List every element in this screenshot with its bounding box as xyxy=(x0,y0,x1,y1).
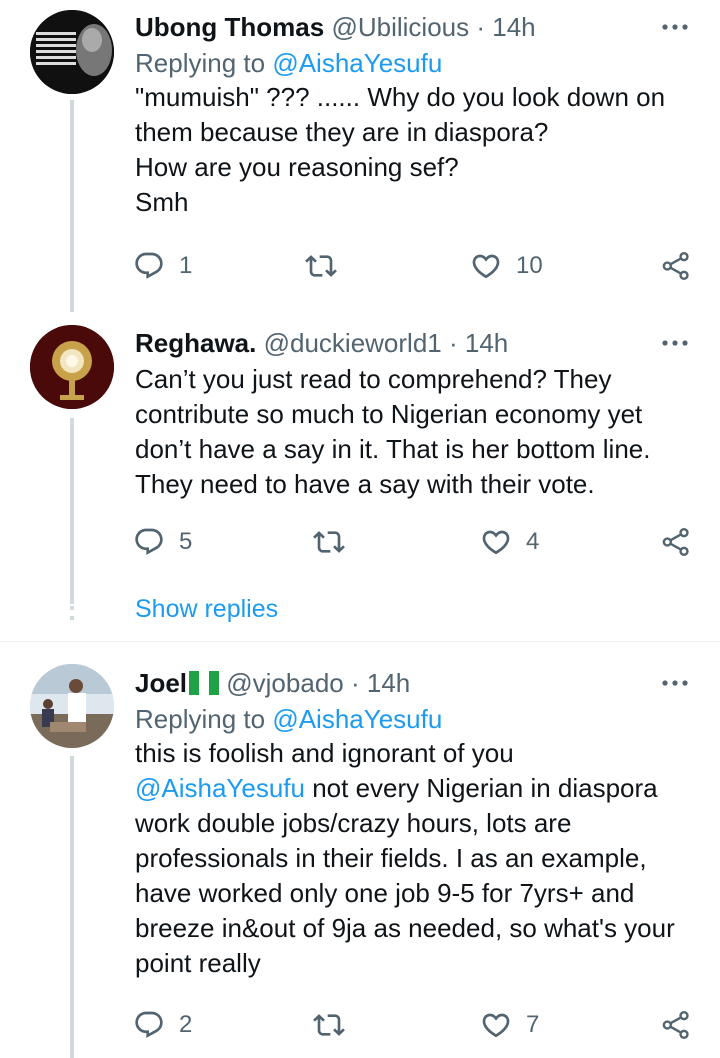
retweet-button[interactable] xyxy=(313,1007,345,1043)
tweet-line: @AishaYesufu not every Nigerian in diasp… xyxy=(135,771,700,806)
tweet-content: Joel @vjobado · 14h Replying to @AishaYe… xyxy=(135,666,700,981)
separator: · xyxy=(476,12,486,42)
share-button[interactable] xyxy=(660,524,692,560)
like-count: 10 xyxy=(516,252,543,279)
display-name[interactable]: Joel xyxy=(135,668,187,698)
timestamp[interactable]: 14h xyxy=(367,668,410,698)
retweet-icon xyxy=(313,526,345,558)
retweet-button[interactable] xyxy=(305,248,337,284)
tweet-line: contribute so much to Nigerian economy y… xyxy=(135,399,643,429)
user-handle[interactable]: @Ubilicious xyxy=(331,12,469,42)
tweet[interactable]: Joel @vjobado · 14h Replying to @AishaYe… xyxy=(0,662,720,1058)
like-icon xyxy=(480,1009,512,1041)
tweet-header: Ubong Thomas @Ubilicious · 14h xyxy=(135,10,700,44)
share-icon xyxy=(660,1009,692,1041)
tweet-line: don’t have a say in it. That is her bott… xyxy=(135,434,651,464)
retweet-button[interactable] xyxy=(313,524,345,560)
more-icon[interactable] xyxy=(660,338,690,348)
like-count: 4 xyxy=(526,528,540,555)
tweet-header: Reghawa. @duckieworld1 · 14h xyxy=(135,326,700,360)
replying-mention-link[interactable]: @AishaYesufu xyxy=(272,48,442,78)
like-icon xyxy=(470,250,502,282)
tweet-line-text: not every Nigerian in diaspora xyxy=(305,773,658,803)
tweet-line: How are you reasoning sef? xyxy=(135,152,459,182)
user-handle[interactable]: @duckieworld1 xyxy=(264,328,442,358)
tweet-content: Reghawa. @duckieworld1 · 14h Can’t you j… xyxy=(135,326,700,502)
tweet-line: Smh xyxy=(135,187,189,217)
share-button[interactable] xyxy=(660,248,692,284)
retweet-icon xyxy=(313,1009,345,1041)
tweet[interactable]: Ubong Thomas @Ubilicious · 14h Replying … xyxy=(0,0,720,312)
avatar-image xyxy=(30,10,114,94)
avatar-image xyxy=(30,664,114,748)
tweet-line: them because they are in diaspora? xyxy=(135,117,549,147)
tweet-header: Joel @vjobado · 14h xyxy=(135,666,700,700)
retweet-icon xyxy=(305,250,337,282)
tweet-line: have worked only one job 9-5 for 7yrs+ a… xyxy=(135,878,635,908)
thread-line xyxy=(70,418,74,604)
tweet-text: "mumuish" ??? ...... Why do you look dow… xyxy=(135,80,700,220)
tweet-actions: 2 7 xyxy=(0,1007,720,1043)
share-icon xyxy=(660,526,692,558)
display-name[interactable]: Reghawa. xyxy=(135,328,256,358)
more-icon[interactable] xyxy=(660,678,690,688)
tweet-line: work double jobs/crazy hours, lots are xyxy=(135,808,572,838)
reply-count: 5 xyxy=(179,528,193,555)
share-icon xyxy=(660,250,692,282)
more-icon[interactable] xyxy=(660,22,690,32)
avatar[interactable] xyxy=(30,10,114,94)
like-icon xyxy=(480,526,512,558)
nigeria-flag-icon xyxy=(189,669,220,695)
reply-count: 2 xyxy=(179,1011,193,1038)
share-button[interactable] xyxy=(660,1007,692,1043)
like-count: 7 xyxy=(526,1011,540,1038)
separator: · xyxy=(448,328,458,358)
reply-count: 1 xyxy=(179,252,193,279)
tweet-content: Ubong Thomas @Ubilicious · 14h Replying … xyxy=(135,10,700,220)
tweet-line: point really xyxy=(135,948,261,978)
show-replies-link[interactable]: Show replies xyxy=(135,595,278,624)
thread-gap-indicator xyxy=(70,596,74,626)
tweet-line: breeze in&out of 9ja as needed, so what'… xyxy=(135,913,675,943)
tweet-line: They need to have a say with their vote. xyxy=(135,469,595,499)
timestamp[interactable]: 14h xyxy=(465,328,508,358)
mention-link[interactable]: @AishaYesufu xyxy=(135,773,305,803)
replying-prefix: Replying to xyxy=(135,704,273,734)
replying-mention-link[interactable]: @AishaYesufu xyxy=(272,704,442,734)
like-button[interactable]: 4 xyxy=(480,524,539,560)
display-name[interactable]: Ubong Thomas xyxy=(135,12,324,42)
avatar[interactable] xyxy=(30,325,114,409)
reply-button[interactable]: 1 xyxy=(133,248,192,284)
avatar-image xyxy=(30,325,114,409)
tweet-actions: 1 10 xyxy=(0,248,720,284)
tweet-line: "mumuish" ??? ...... Why do you look dow… xyxy=(135,82,666,112)
replying-prefix: Replying to xyxy=(135,48,273,78)
tweet-line: professionals in their fields. I as an e… xyxy=(135,843,647,873)
reply-icon xyxy=(133,250,165,282)
reply-button[interactable]: 2 xyxy=(133,1007,192,1043)
tweet-actions: 5 4 xyxy=(0,524,720,560)
user-handle[interactable]: @vjobado xyxy=(226,668,343,698)
avatar[interactable] xyxy=(30,664,114,748)
replying-to: Replying to @AishaYesufu xyxy=(135,46,700,80)
like-button[interactable]: 10 xyxy=(470,248,543,284)
tweet-text: Can’t you just read to comprehend? They … xyxy=(135,362,700,502)
tweet-line: this is foolish and ignorant of you xyxy=(135,738,514,768)
replying-to: Replying to @AishaYesufu xyxy=(135,702,700,736)
reply-icon xyxy=(133,526,165,558)
separator: · xyxy=(350,668,360,698)
reply-button[interactable]: 5 xyxy=(133,524,192,560)
timestamp[interactable]: 14h xyxy=(492,12,535,42)
tweet-line: Can’t you just read to comprehend? They xyxy=(135,364,612,394)
tweet[interactable]: Reghawa. @duckieworld1 · 14h Can’t you j… xyxy=(0,322,720,622)
divider xyxy=(0,641,720,642)
reply-icon xyxy=(133,1009,165,1041)
tweet-text: this is foolish and ignorant of you @Ais… xyxy=(135,736,700,981)
like-button[interactable]: 7 xyxy=(480,1007,539,1043)
